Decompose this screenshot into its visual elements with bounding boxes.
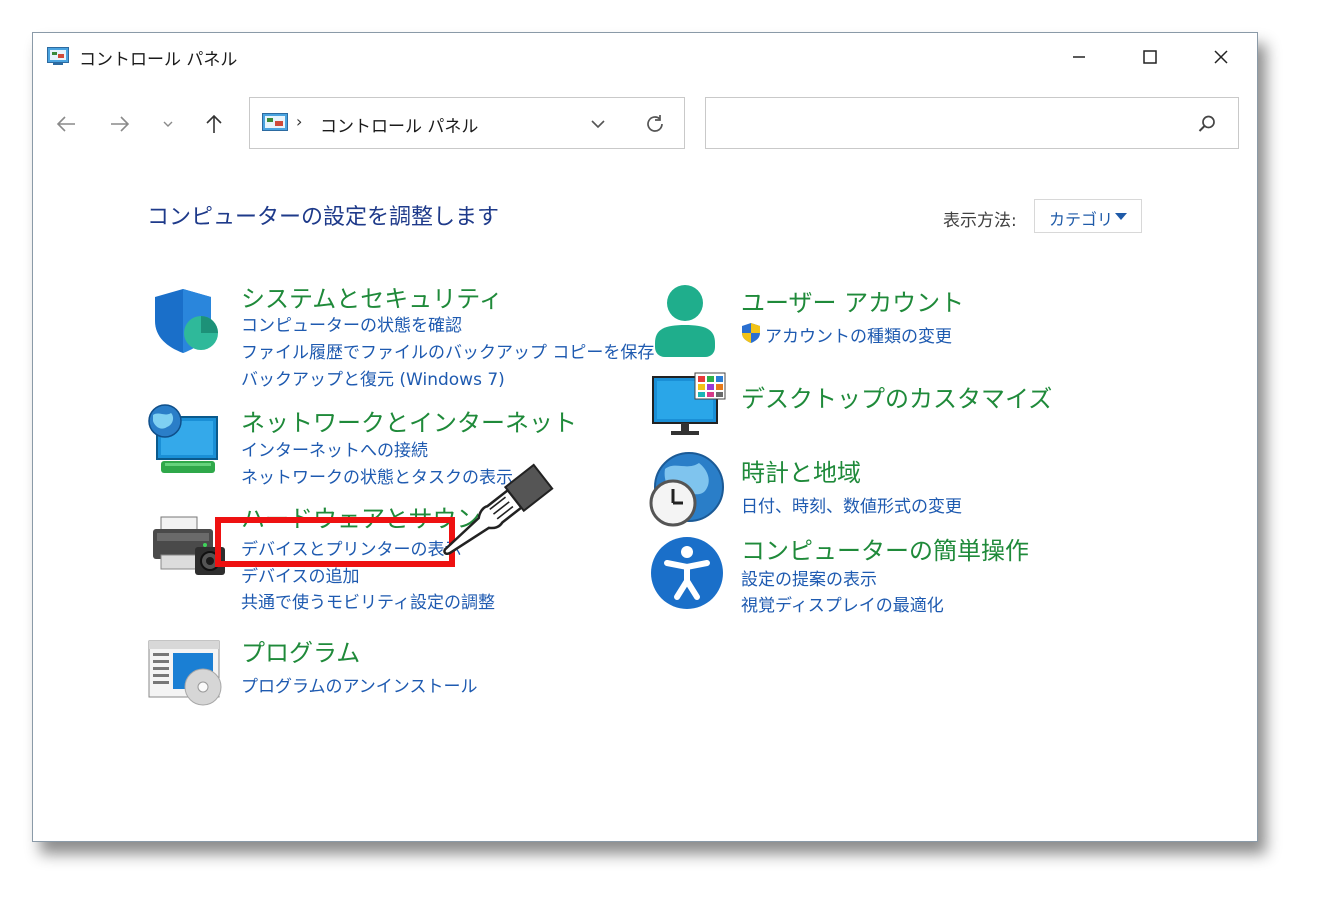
category-desktop-customization[interactable]: デスクトップのカスタマイズ <box>741 379 1052 414</box>
category-system-security[interactable]: システムとセキュリティ <box>241 279 503 314</box>
control-panel-icon <box>262 113 288 131</box>
control-panel-window: コントロール パネル › コントロール パネル コンピューターの設定を調整します… <box>32 32 1258 842</box>
minimize-icon <box>1073 56 1085 58</box>
accessibility-icon <box>651 537 723 609</box>
link-suggested-settings[interactable]: 設定の提案の表示 <box>741 565 877 590</box>
close-icon <box>1214 50 1228 64</box>
dropdown-arrow-icon <box>1115 213 1127 220</box>
maximize-button[interactable] <box>1122 39 1178 75</box>
arrow-right-icon <box>111 116 130 132</box>
arrow-left-icon <box>56 116 75 132</box>
user-account-icon <box>655 285 715 357</box>
chevron-down-icon <box>163 121 173 127</box>
control-panel-icon <box>47 47 69 65</box>
close-button[interactable] <box>1193 39 1249 75</box>
page-heading: コンピューターの設定を調整します <box>147 205 500 230</box>
link-backup-restore[interactable]: バックアップと復元 (Windows 7) <box>241 365 505 390</box>
link-change-account-type[interactable]: アカウントの種類の変更 <box>765 322 952 347</box>
search-box[interactable] <box>705 97 1239 149</box>
refresh-icon[interactable] <box>642 112 668 136</box>
arrow-up-icon <box>206 114 222 133</box>
shield-icon <box>155 289 218 353</box>
uac-shield-icon <box>742 323 760 343</box>
link-file-history-backup[interactable]: ファイル履歴でファイルのバックアップ コピーを保存 <box>241 338 654 363</box>
window-title: コントロール パネル <box>79 50 238 70</box>
breadcrumb-separator: › <box>296 112 303 131</box>
network-globe-icon <box>148 404 218 473</box>
category-programs[interactable]: プログラム <box>241 633 360 668</box>
link-uninstall-program[interactable]: プログラムのアンインストール <box>241 672 477 697</box>
title-bar: コントロール パネル <box>33 33 1257 81</box>
minimize-button[interactable] <box>1051 39 1107 75</box>
view-by-value: カテゴリ <box>1049 210 1114 229</box>
address-dropdown-icon[interactable] <box>586 114 610 134</box>
programs-icon <box>148 640 222 706</box>
forward-button[interactable] <box>103 107 137 141</box>
link-connect-internet[interactable]: インターネットへの接続 <box>241 436 428 461</box>
pointing-hand-icon <box>443 463 554 555</box>
back-button[interactable] <box>49 107 83 141</box>
category-network-internet[interactable]: ネットワークとインターネット <box>241 403 577 438</box>
highlight-box <box>215 517 455 567</box>
category-clock-region[interactable]: 時計と地域 <box>741 453 861 488</box>
category-ease-of-access[interactable]: コンピューターの簡単操作 <box>741 531 1029 566</box>
breadcrumb-control-panel[interactable]: コントロール パネル <box>320 112 478 137</box>
link-optimize-visual-display[interactable]: 視覚ディスプレイの最適化 <box>741 591 944 616</box>
address-bar[interactable]: › コントロール パネル <box>249 97 685 149</box>
search-icon[interactable] <box>1196 113 1218 135</box>
desktop-monitor-icon <box>652 372 726 435</box>
view-by-label: 表示方法: <box>943 211 1017 231</box>
recent-locations-button[interactable] <box>151 107 185 141</box>
link-date-time-format[interactable]: 日付、時刻、数値形式の変更 <box>741 492 962 517</box>
maximize-icon <box>1143 50 1157 64</box>
category-user-accounts[interactable]: ユーザー アカウント <box>741 283 964 318</box>
clock-globe-icon <box>649 452 724 527</box>
link-check-computer-status[interactable]: コンピューターの状態を確認 <box>241 311 462 336</box>
up-button[interactable] <box>197 107 231 141</box>
view-by-select[interactable]: カテゴリ <box>1034 199 1142 233</box>
link-mobility-settings[interactable]: 共通で使うモビリティ設定の調整 <box>241 588 495 613</box>
